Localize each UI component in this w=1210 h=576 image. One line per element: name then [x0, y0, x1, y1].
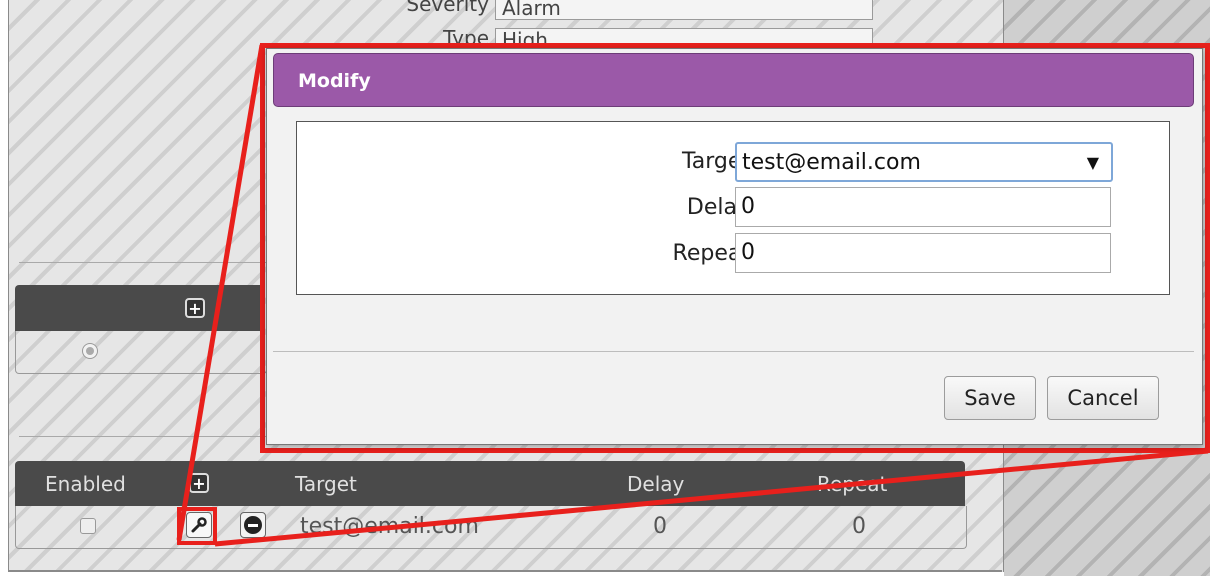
dialog-titlebar[interactable]: Modify: [273, 53, 1194, 107]
actions-table-body: [15, 331, 267, 374]
targets-table-header: Enabled + Target Delay Repeat: [15, 461, 965, 506]
delay-label: Delay: [686, 195, 750, 220]
repeat-cell: 0: [852, 514, 866, 539]
minus-icon[interactable]: [240, 512, 266, 538]
actions-table-header: +: [15, 285, 265, 331]
column-header-repeat: Repeat: [817, 472, 888, 496]
column-header-target: Target: [295, 472, 357, 496]
dialog-form: Target test@email.com ▼ Delay 0 Repeat 0: [296, 121, 1170, 295]
severity-label: Severity: [406, 0, 489, 16]
wrench-highlight-box: [177, 507, 217, 545]
repeat-label: Repeat: [672, 241, 750, 266]
panel-bottom-border: [8, 570, 1002, 572]
target-label: Target: [681, 149, 750, 174]
column-header-enabled: Enabled: [45, 472, 126, 496]
delay-cell: 0: [653, 514, 667, 539]
dialog-divider: [273, 351, 1194, 352]
modify-dialog: Modify Target test@email.com ▼ Delay 0 R…: [266, 48, 1203, 445]
dialog-title: Modify: [298, 70, 371, 92]
table-row: test@email.com 0 0: [15, 506, 967, 549]
target-cell: test@email.com: [300, 514, 479, 539]
plus-icon[interactable]: +: [189, 473, 209, 493]
dropdown-arrow-icon: ▼: [1086, 153, 1099, 172]
checkbox-icon[interactable]: [80, 518, 96, 534]
severity-field[interactable]: Alarm: [495, 0, 873, 20]
plus-icon[interactable]: +: [185, 298, 205, 318]
delay-input[interactable]: 0: [735, 187, 1111, 227]
cancel-button[interactable]: Cancel: [1047, 376, 1159, 420]
save-button[interactable]: Save: [944, 376, 1036, 420]
radio-icon[interactable]: [82, 343, 98, 359]
target-select[interactable]: test@email.com ▼: [735, 142, 1113, 182]
target-select-value: test@email.com: [742, 150, 921, 175]
repeat-input[interactable]: 0: [735, 233, 1111, 273]
column-header-delay: Delay: [627, 472, 685, 496]
